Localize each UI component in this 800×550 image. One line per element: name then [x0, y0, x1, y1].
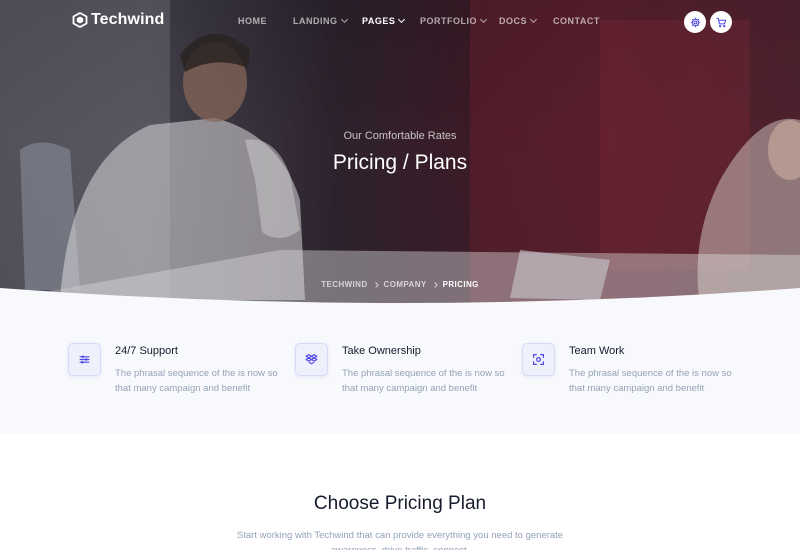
- nav-item-home[interactable]: HOME: [238, 16, 267, 26]
- feature-icon-box: [295, 343, 328, 376]
- cart-icon: [715, 17, 726, 27]
- nav-item-pages[interactable]: PAGES: [362, 15, 406, 26]
- chevron-down-icon: [340, 15, 348, 24]
- feature-title: Team Work: [569, 345, 625, 357]
- feature-icon-box: [522, 343, 555, 376]
- feature-icon-box: [68, 343, 101, 376]
- equalizer-icon: [79, 355, 90, 364]
- hero-section: Techwind HOME LANDING PAGES PORTFOLIO DO…: [0, 0, 800, 305]
- brand-logo[interactable]: Techwind: [72, 11, 164, 29]
- feature-card-support: 24/7 Support The phrasal sequence of the…: [68, 343, 278, 413]
- chevron-right-icon: [372, 281, 379, 288]
- cart-button[interactable]: [710, 11, 732, 33]
- feature-title: Take Ownership: [342, 345, 421, 357]
- pricing-section-description: Start working with Techwind that can pro…: [236, 530, 564, 550]
- features-section: 24/7 Support The phrasal sequence of the…: [0, 305, 800, 434]
- top-navigation: Techwind HOME LANDING PAGES PORTFOLIO DO…: [0, 0, 800, 44]
- feature-description: The phrasal sequence of the is now so th…: [569, 368, 732, 394]
- nav-item-portfolio[interactable]: PORTFOLIO: [420, 15, 488, 26]
- feature-description: The phrasal sequence of the is now so th…: [115, 368, 278, 394]
- hero-subtitle: Our Comfortable Rates: [343, 130, 457, 142]
- settings-button[interactable]: [684, 11, 706, 33]
- feature-card-teamwork: Team Work The phrasal sequence of the is…: [522, 343, 732, 413]
- nav-item-contact[interactable]: CONTACT: [553, 16, 600, 26]
- nav-item-docs[interactable]: DOCS: [499, 15, 538, 26]
- chevron-down-icon: [529, 15, 538, 24]
- chevron-down-icon: [479, 15, 488, 24]
- chevron-right-icon: [431, 281, 438, 288]
- hero-bottom-curve: [0, 288, 800, 305]
- gear-icon: [690, 17, 700, 27]
- page-title: Pricing / Plans: [332, 151, 468, 174]
- pricing-section-title: Choose Pricing Plan: [313, 493, 487, 514]
- dropbox-icon: [305, 354, 318, 365]
- feature-description: The phrasal sequence of the is now so th…: [342, 368, 505, 394]
- brand-name: Techwind: [91, 11, 165, 28]
- chevron-down-icon: [398, 15, 406, 24]
- nav-item-landing[interactable]: LANDING: [293, 15, 348, 26]
- techwind-logo-icon: [72, 12, 88, 28]
- focus-icon: [533, 354, 544, 365]
- feature-card-ownership: Take Ownership The phrasal sequence of t…: [295, 343, 505, 413]
- feature-title: 24/7 Support: [115, 345, 178, 357]
